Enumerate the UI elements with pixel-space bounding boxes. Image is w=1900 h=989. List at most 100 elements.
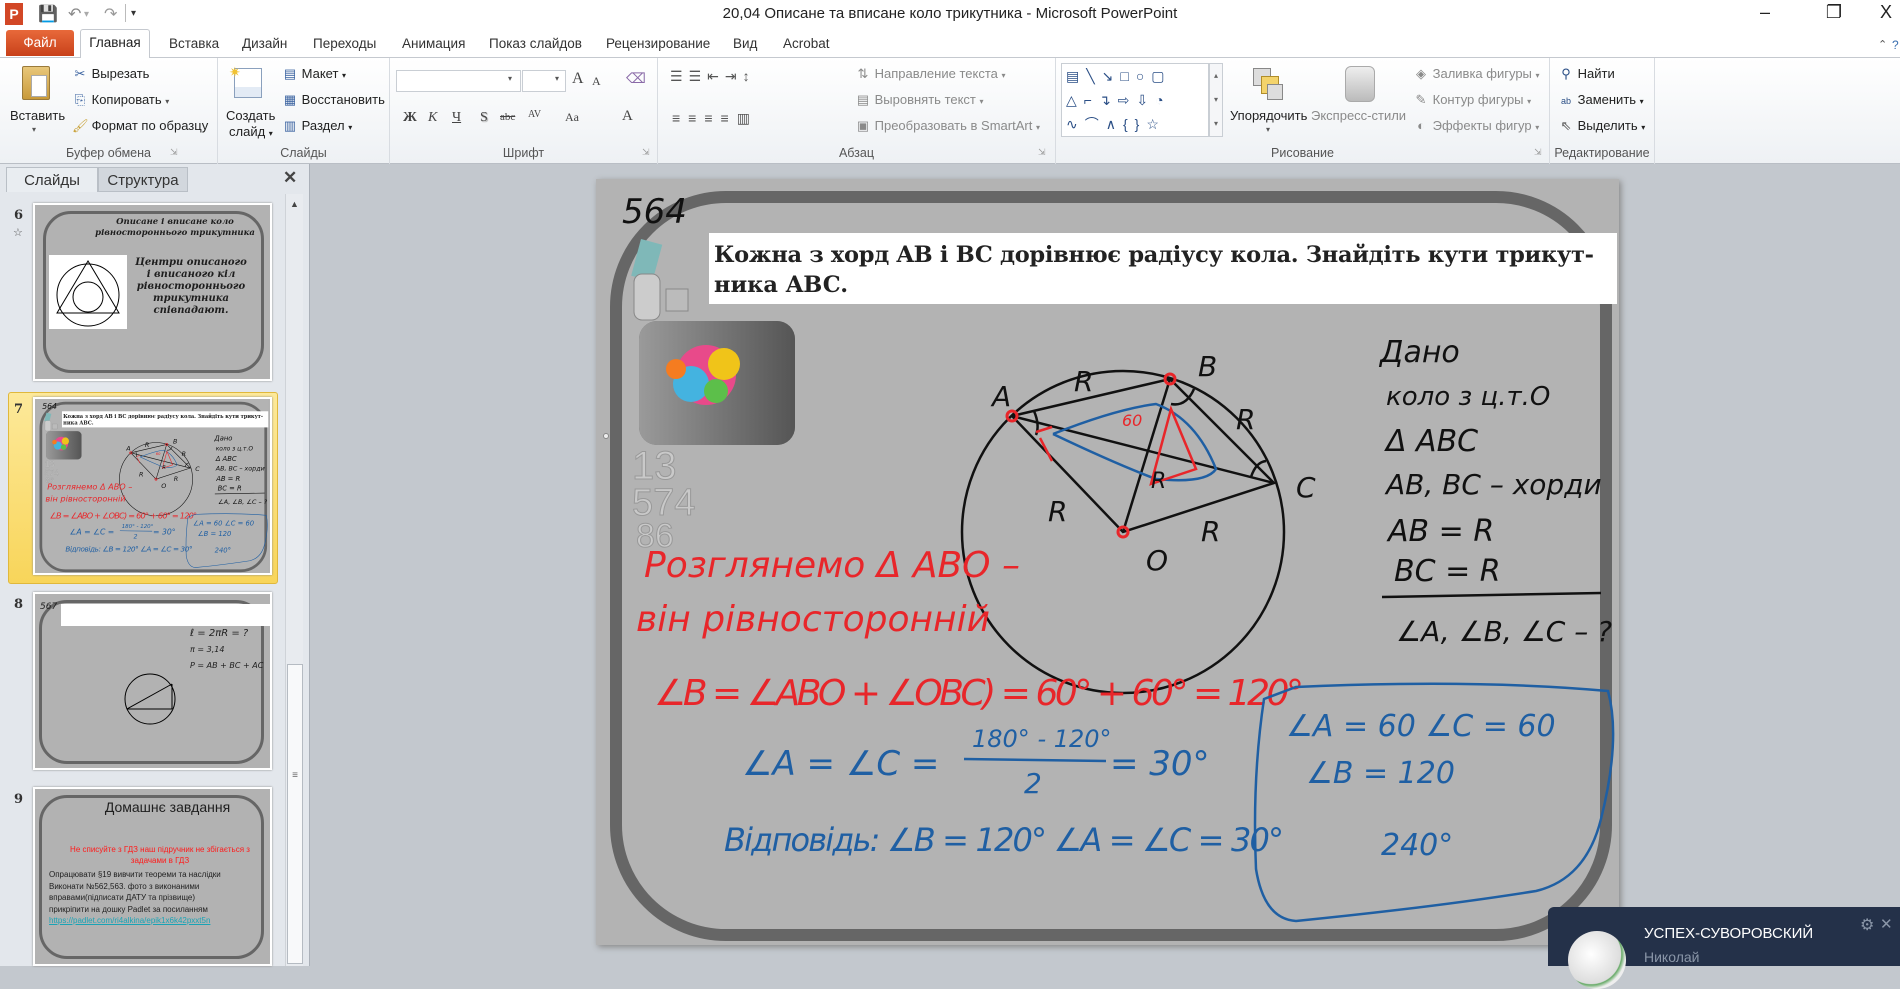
slide-thumbnail-6[interactable]: Описане і вписане коло рівностороннього …: [33, 203, 272, 381]
tab-acrobat[interactable]: Acrobat: [781, 36, 832, 51]
clear-formatting-icon[interactable]: ⌫: [626, 70, 646, 87]
section-button[interactable]: ▥ Раздел ▾: [282, 118, 352, 134]
font-color-button[interactable]: A: [622, 108, 633, 125]
tab-home[interactable]: Главная: [80, 29, 150, 59]
text-direction-label: Направление текста: [874, 66, 998, 81]
resize-handle[interactable]: [603, 433, 609, 439]
binoculars-icon: ⚲: [1561, 66, 1571, 81]
scroll-up-icon[interactable]: ▲: [290, 199, 299, 209]
font-name-input[interactable]: [396, 70, 521, 92]
paste-icon[interactable]: [22, 66, 50, 100]
slide-number: 6: [14, 208, 24, 223]
replace-button[interactable]: ab Заменить ▾: [1558, 92, 1644, 107]
select-button[interactable]: ⇖ Выделить ▾: [1558, 118, 1646, 134]
dialog-launcher-icon[interactable]: ⇲: [170, 147, 178, 158]
scrollbar-thumb[interactable]: ≡: [287, 664, 303, 964]
italic-button[interactable]: К: [428, 110, 437, 126]
change-case-button[interactable]: Aa: [565, 110, 579, 125]
decrease-indent-icon[interactable]: ⇤: [707, 68, 725, 84]
paste-dropdown-icon[interactable]: ▾: [32, 125, 36, 134]
cut-button[interactable]: ✂ Вырезать: [72, 66, 150, 82]
dialog-launcher-icon[interactable]: ⇲: [1534, 147, 1542, 158]
collapse-ribbon-icon[interactable]: ⌃: [1878, 38, 1887, 51]
copy-icon: ⎘: [74, 92, 86, 107]
notification-toast[interactable]: УСПЕХ-СУВОРОВСКИЙ Николай ⚙ ✕: [1548, 907, 1900, 989]
tab-design[interactable]: Дизайн: [240, 36, 289, 51]
text-direction-button[interactable]: ⇅ Направление текста ▾: [855, 66, 1006, 82]
paste-button[interactable]: Вставить: [10, 108, 65, 123]
tab-transitions[interactable]: Переходы: [311, 36, 378, 51]
new-slide-icon[interactable]: ✷: [229, 64, 262, 98]
bullets-icon[interactable]: ☰: [670, 68, 689, 84]
cursor-icon: ⇖: [1560, 118, 1572, 133]
numbering-icon[interactable]: ☰: [689, 68, 708, 84]
grow-font-button[interactable]: A: [572, 70, 584, 88]
bold-button[interactable]: Ж: [403, 110, 417, 126]
tab-review[interactable]: Рецензирование: [604, 36, 712, 51]
shapes-row[interactable]: △⌐↴⇨⇩◔: [1066, 88, 1208, 112]
justify-icon[interactable]: ≡: [721, 110, 737, 126]
font-size-input[interactable]: [522, 70, 566, 92]
new-slide-button[interactable]: Создать: [226, 108, 275, 123]
align-text-button[interactable]: ▤ Выровнять текст ▾: [855, 92, 984, 108]
title-bar: P 💾 ↶ ▾ ↷ ▾ 20,04 Описане та вписане кол…: [0, 0, 1900, 30]
shape-effects-button[interactable]: ◐ Эффекты фигур ▾: [1413, 118, 1539, 133]
shape-outline-button[interactable]: ✎ Контур фигуры ▾: [1413, 92, 1532, 108]
dialog-launcher-icon[interactable]: ⇲: [1038, 147, 1046, 158]
columns-icon[interactable]: ▥: [737, 110, 758, 126]
slide-thumbnail-7[interactable]: [33, 397, 272, 575]
font-size-dropdown-icon[interactable]: ▾: [555, 74, 559, 83]
tab-view[interactable]: Вид: [731, 36, 759, 51]
help-icon[interactable]: ?: [1892, 38, 1899, 52]
align-right-icon[interactable]: ≡: [704, 110, 720, 126]
increase-indent-icon[interactable]: ⇥: [725, 68, 743, 84]
tab-insert[interactable]: Вставка: [167, 36, 221, 51]
new-slide-dropdown[interactable]: слайд ▾: [229, 124, 273, 139]
slide-canvas[interactable]: 13 574 86 Кожна з хорд AB і BC дорівнює …: [596, 179, 1619, 945]
list-buttons[interactable]: ☰☰⇤⇥↕: [670, 68, 756, 85]
slide-thumbnail-8[interactable]: 567 ℓ = 2πR = ? π = 3,14 P = AB + BC + A…: [33, 592, 272, 770]
shapes-row[interactable]: ▤╲↘□○▢: [1066, 64, 1208, 88]
close-button[interactable]: X: [1866, 2, 1900, 23]
padlet-link[interactable]: https://padlet.com/ri4alkina/epik1x6k42p…: [49, 915, 269, 927]
format-painter-button[interactable]: 🖌 Формат по образцу: [72, 118, 208, 134]
restore-button[interactable]: ❐: [1814, 2, 1854, 23]
tab-animation[interactable]: Анимация: [400, 36, 467, 51]
tab-outline[interactable]: Структура: [98, 167, 188, 192]
alignment-buttons[interactable]: ≡≡≡≡▥: [672, 110, 758, 127]
strikethrough-button[interactable]: abc: [500, 111, 515, 123]
reset-button[interactable]: ▦ Восстановить: [282, 92, 385, 108]
gallery-scroll[interactable]: ▴ ▾ ▾: [1209, 63, 1223, 137]
smartart-button[interactable]: ▣ Преобразовать в SmartArt ▾: [855, 118, 1040, 134]
align-left-icon[interactable]: ≡: [672, 110, 688, 126]
gear-icon[interactable]: ⚙: [1860, 915, 1874, 935]
close-panel-button[interactable]: ✕: [283, 168, 297, 188]
character-spacing-button[interactable]: AV: [528, 109, 541, 120]
shapes-gallery[interactable]: ▤╲↘□○▢ △⌐↴⇨⇩◔ ∿⌒∧{}☆: [1061, 63, 1209, 137]
find-button[interactable]: ⚲ Найти: [1558, 66, 1615, 82]
new-slide-label: слайд: [229, 124, 266, 139]
shapes-row[interactable]: ∿⌒∧{}☆: [1066, 112, 1208, 136]
minimize-button[interactable]: –: [1745, 2, 1785, 23]
quick-styles-button[interactable]: Экспресс-стили: [1311, 108, 1406, 123]
shadow-button[interactable]: S: [480, 110, 488, 126]
homework-body: Опрацювати §19 вивчити теореми та наслід…: [49, 869, 269, 927]
shape-fill-button[interactable]: ◈ Заливка фигуры ▾: [1413, 66, 1540, 82]
underline-button[interactable]: Ч: [452, 110, 461, 126]
tab-file[interactable]: Файл: [6, 30, 74, 56]
copy-button[interactable]: ⎘ Копировать ▾: [72, 92, 169, 108]
shrink-font-button[interactable]: A: [592, 74, 601, 89]
align-center-icon[interactable]: ≡: [688, 110, 704, 126]
slide-thumbnail-9[interactable]: Домашнє завдання Не списуйте з ГДЗ наш п…: [33, 787, 272, 966]
arrange-button[interactable]: Упорядочить: [1230, 108, 1307, 123]
tab-slides[interactable]: Слайды: [6, 167, 98, 192]
layout-button[interactable]: ▤ Макет ▾: [282, 66, 346, 82]
line-spacing-icon[interactable]: ↕: [743, 68, 756, 84]
panel-scrollbar[interactable]: ▲ ≡: [285, 194, 303, 966]
body-line: Опрацювати §19 вивчити теореми та наслід…: [49, 870, 221, 879]
close-notification-button[interactable]: ✕: [1880, 915, 1893, 933]
dialog-launcher-icon[interactable]: ⇲: [642, 147, 650, 158]
tab-slideshow[interactable]: Показ слайдов: [487, 36, 584, 51]
scissors-icon: ✂: [74, 66, 86, 81]
font-name-dropdown-icon[interactable]: ▾: [508, 74, 512, 83]
